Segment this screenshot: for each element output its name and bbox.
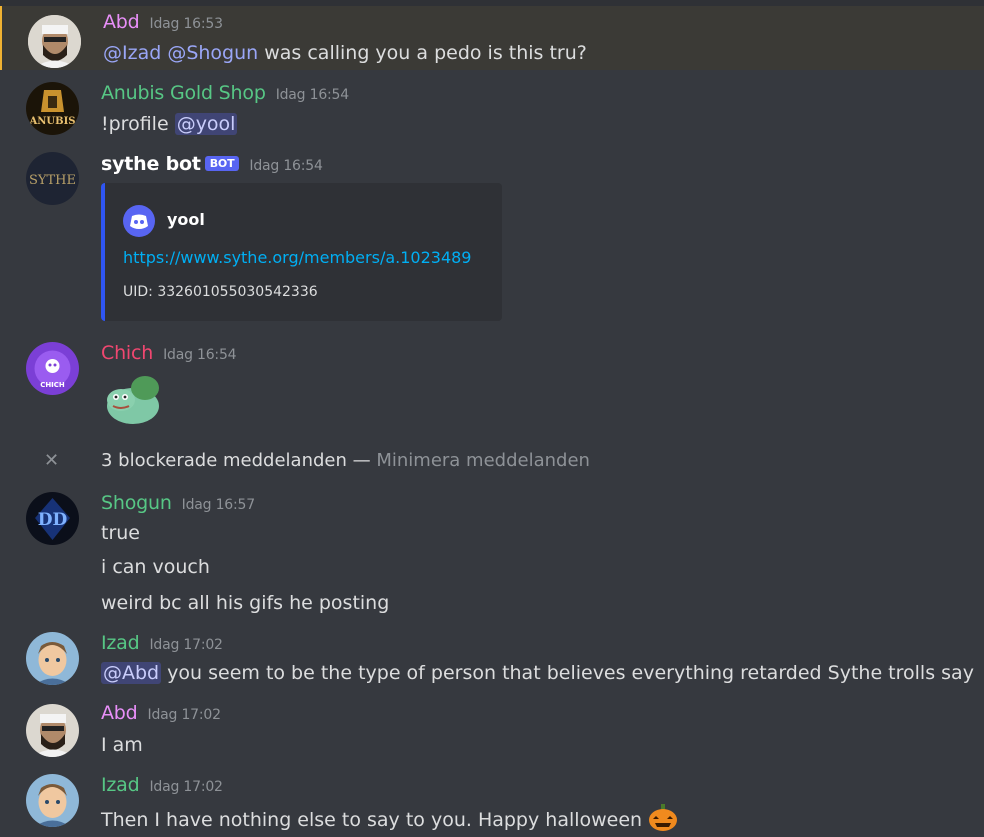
svg-text:DD: DD <box>38 510 68 530</box>
author-label[interactable]: Shogun <box>101 492 172 514</box>
embed-uid: UID: 332601055030542336 <box>123 284 318 300</box>
mention-izad[interactable]: @Izad <box>103 42 161 64</box>
message-text: you seem to be the type of person that b… <box>161 662 974 684</box>
timestamp: Idag 16:53 <box>149 16 223 32</box>
close-icon[interactable]: ✕ <box>44 450 59 471</box>
message-shogun[interactable]: DD Shogun Idag 16:57 true i can vouch wei… <box>0 484 984 622</box>
message-content: @Izad @Shogun was calling you a pedo is … <box>103 42 587 64</box>
avatar-abd[interactable] <box>28 15 81 68</box>
author-label[interactable]: sythe bot <box>101 153 201 175</box>
avatar-izad[interactable] <box>26 632 79 685</box>
author-label[interactable]: Izad <box>101 774 140 796</box>
profile-embed: yool https://www.sythe.org/members/a.102… <box>101 183 502 321</box>
avatar-anubis[interactable]: ANUBIS <box>26 82 79 135</box>
message-line: i can vouch <box>101 556 210 578</box>
blocked-count-text: 3 blockerade meddelanden — Minimera medd… <box>101 450 590 471</box>
message-text: Then I have nothing else to say to you. … <box>101 809 643 831</box>
author-label[interactable]: Chich <box>101 342 153 364</box>
author-label[interactable]: Abd <box>103 11 140 33</box>
embed-title[interactable]: yool <box>167 210 205 229</box>
svg-text:SYTHE: SYTHE <box>29 173 76 188</box>
command-text: !profile <box>101 113 169 135</box>
collapse-messages-link[interactable]: Minimera meddelanden <box>376 450 590 471</box>
author-label[interactable]: Izad <box>101 632 140 654</box>
timestamp: Idag 17:02 <box>147 707 221 723</box>
message-chich[interactable]: CHICH Chich Idag 16:54 <box>0 336 984 441</box>
message-content: Then I have nothing else to say to you. … <box>101 804 678 837</box>
message-abd-1[interactable]: Abd Idag 16:53 @Izad @Shogun was calling … <box>0 6 984 70</box>
jack-o-lantern-emoji <box>648 804 678 837</box>
timestamp: Idag 17:02 <box>149 779 223 795</box>
author-label[interactable]: Anubis Gold Shop <box>101 82 266 104</box>
avatar-chich[interactable]: CHICH <box>26 342 79 395</box>
embed-url-link[interactable]: https://www.sythe.org/members/a.1023489 <box>123 248 471 267</box>
message-anubis[interactable]: ANUBIS Anubis Gold Shop Idag 16:54 !profi… <box>0 76 984 146</box>
timestamp: Idag 16:54 <box>163 347 237 363</box>
bulbasaur-pepe-emoji[interactable] <box>101 370 165 432</box>
message-content: !profile @yool <box>101 113 238 135</box>
mention-shogun[interactable]: @Shogun <box>167 42 258 64</box>
timestamp: Idag 17:02 <box>149 637 223 653</box>
mention-abd[interactable]: @Abd <box>101 662 162 684</box>
message-izad-1[interactable]: Izad Idag 17:02 @Abd you seem to be the t… <box>0 622 984 698</box>
message-izad-2[interactable]: Izad Idag 17:02 Then I have nothing else … <box>0 768 984 831</box>
message-abd-2[interactable]: Abd Idag 17:02 I am <box>0 698 984 768</box>
message-text: was calling you a pedo is this tru? <box>258 42 587 64</box>
avatar-izad[interactable] <box>26 774 79 827</box>
message-content: @Abd you seem to be the type of person t… <box>101 662 974 684</box>
message-line: true <box>101 522 140 544</box>
avatar-sythe[interactable]: SYTHE <box>26 152 79 205</box>
svg-text:ANUBIS: ANUBIS <box>29 116 76 127</box>
author-label[interactable]: Abd <box>101 702 138 724</box>
mention-yool[interactable]: @yool <box>174 113 238 135</box>
author-name: Abd Idag 16:53 <box>103 11 223 33</box>
message-text: I am <box>101 734 143 756</box>
svg-text:CHICH: CHICH <box>40 381 65 389</box>
blocked-label: 3 blockerade meddelanden — <box>101 450 371 471</box>
blocked-messages-bar: ✕ 3 blockerade meddelanden — Minimera me… <box>0 441 984 481</box>
timestamp: Idag 16:54 <box>275 87 349 103</box>
timestamp: Idag 16:57 <box>181 497 255 513</box>
avatar-abd[interactable] <box>26 704 79 757</box>
timestamp: Idag 16:54 <box>249 158 323 174</box>
message-line: weird bc all his gifs he posting <box>101 592 390 614</box>
discord-logo-icon <box>123 205 155 237</box>
bot-badge: BOT <box>204 156 240 171</box>
avatar-shogun[interactable]: DD <box>26 492 79 545</box>
